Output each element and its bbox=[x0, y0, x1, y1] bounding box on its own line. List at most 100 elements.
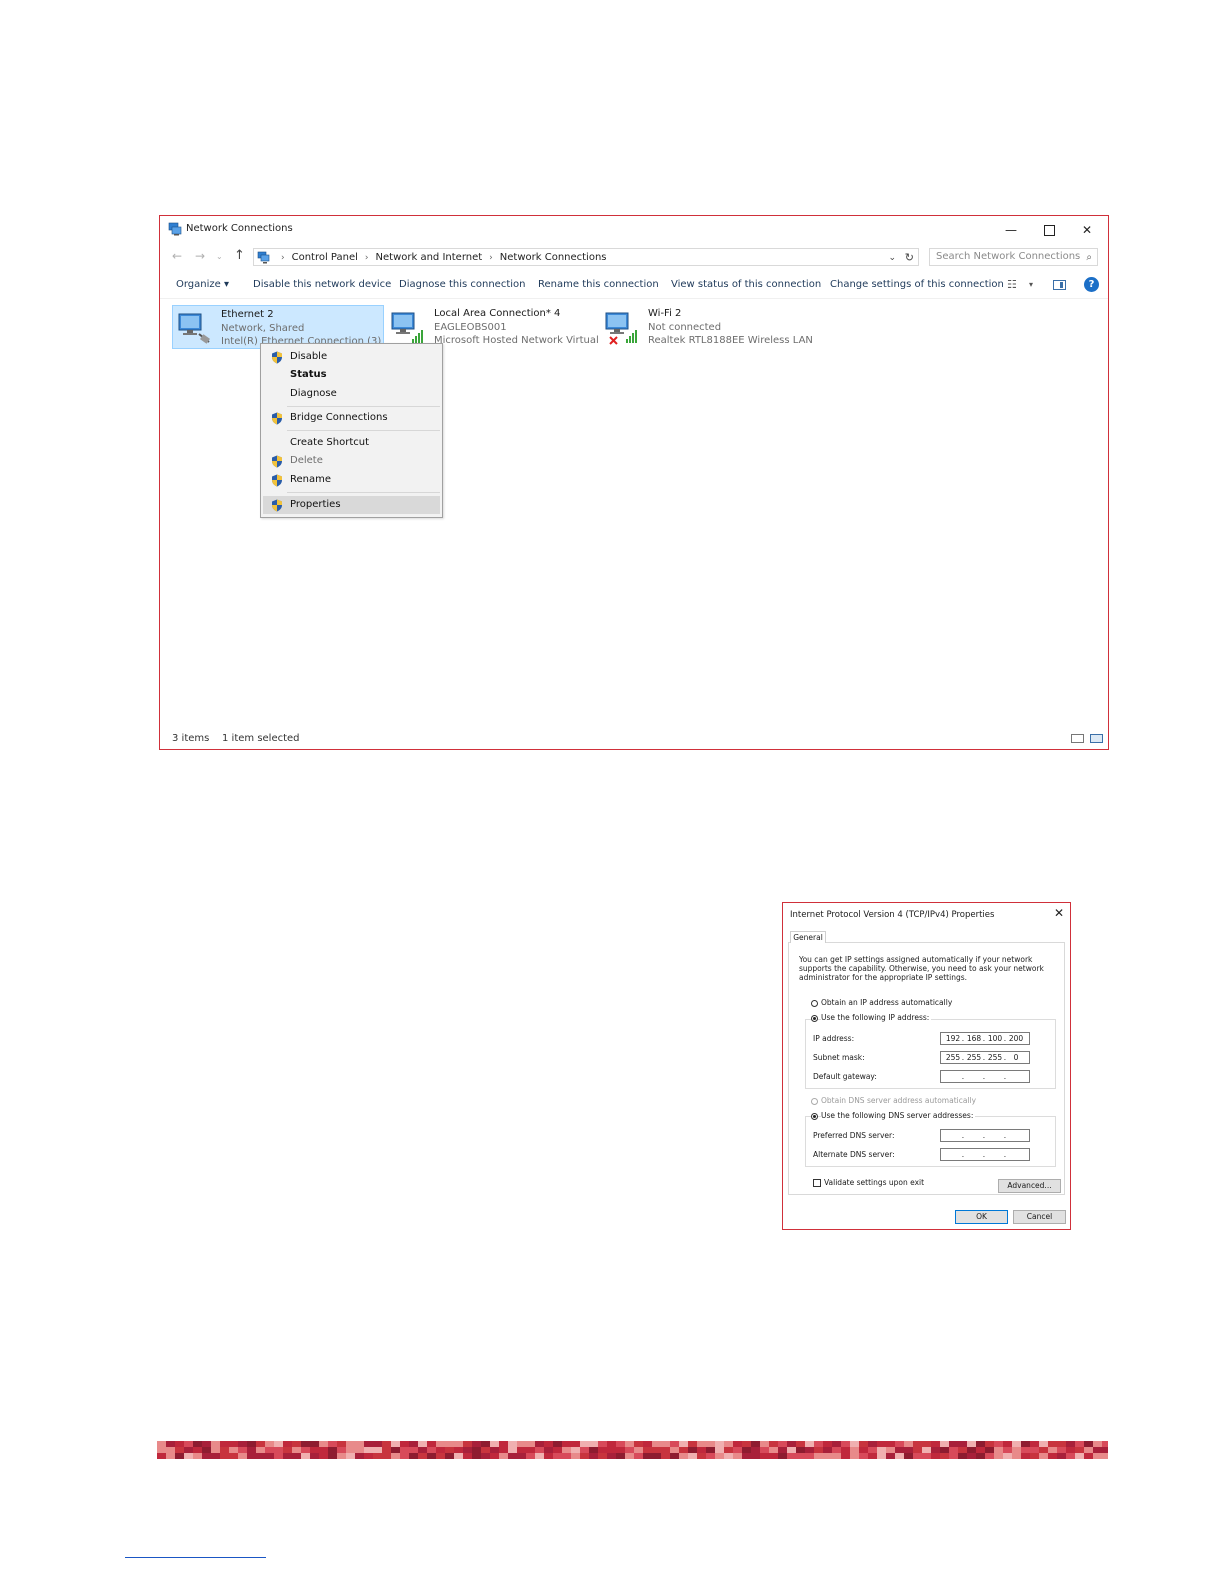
menu-item-create-shortcut[interactable]: Create Shortcut bbox=[263, 434, 440, 452]
address-history-dropdown[interactable]: ⌄ bbox=[888, 249, 896, 267]
menu-item-rename[interactable]: Rename bbox=[263, 471, 440, 489]
strip-tile bbox=[796, 1441, 805, 1447]
strip-tile bbox=[769, 1441, 778, 1447]
minimize-button[interactable]: — bbox=[996, 220, 1026, 240]
strip-tile bbox=[841, 1441, 850, 1447]
strip-tile bbox=[319, 1453, 328, 1459]
strip-tile bbox=[994, 1447, 1003, 1453]
menu-item-bridge-connections[interactable]: Bridge Connections bbox=[263, 409, 440, 427]
strip-tile bbox=[454, 1453, 463, 1459]
strip-tile bbox=[751, 1441, 760, 1447]
strip-tile bbox=[463, 1441, 472, 1447]
strip-tile bbox=[976, 1441, 985, 1447]
dns-dot: . bbox=[961, 1131, 965, 1140]
strip-tile bbox=[373, 1441, 382, 1447]
network-connections-app-icon bbox=[168, 222, 182, 236]
alternate-dns-label: Alternate DNS server: bbox=[813, 1150, 895, 1159]
preview-pane-icon[interactable] bbox=[1053, 280, 1066, 290]
auto-dns-radio[interactable] bbox=[811, 1098, 818, 1105]
refresh-button[interactable]: ↻ bbox=[905, 249, 914, 267]
strip-tile bbox=[1075, 1453, 1084, 1459]
details-view-icon[interactable] bbox=[1071, 734, 1084, 743]
strip-tile bbox=[436, 1447, 445, 1453]
uac-shield-icon bbox=[272, 499, 282, 512]
item-count: 3 items bbox=[172, 733, 210, 744]
strip-tile bbox=[436, 1453, 445, 1459]
menu-item-status[interactable]: Status bbox=[263, 366, 440, 384]
strip-tile bbox=[724, 1441, 733, 1447]
manual-ip-radio[interactable] bbox=[811, 1015, 818, 1022]
breadcrumb-separator[interactable]: › bbox=[365, 253, 369, 263]
strip-tile bbox=[616, 1447, 625, 1453]
subnet-mask-field[interactable]: 255 . 255 . 255 . 0 bbox=[940, 1051, 1030, 1064]
context-menu: Disable Status Diagnose Bridge Connectio… bbox=[260, 343, 443, 518]
view-options-dropdown[interactable]: ▾ bbox=[1029, 280, 1033, 289]
up-button[interactable]: ↑ bbox=[234, 248, 245, 263]
maximize-button[interactable] bbox=[1034, 220, 1064, 240]
strip-tile bbox=[967, 1447, 976, 1453]
dns-dot: . bbox=[982, 1150, 986, 1159]
disable-device-button[interactable]: Disable this network device bbox=[253, 279, 391, 290]
tab-general[interactable]: General bbox=[790, 931, 826, 943]
menu-item-disable[interactable]: Disable bbox=[263, 348, 440, 366]
strip-tile bbox=[238, 1441, 247, 1447]
control-panel-icon bbox=[257, 251, 270, 264]
strip-tile bbox=[1102, 1447, 1108, 1453]
breadcrumb-separator[interactable]: › bbox=[489, 253, 493, 263]
cancel-button[interactable]: Cancel bbox=[1013, 1210, 1066, 1224]
diagnose-connection-button[interactable]: Diagnose this connection bbox=[399, 279, 525, 290]
strip-tile bbox=[706, 1441, 715, 1447]
manual-dns-radio[interactable] bbox=[811, 1113, 818, 1120]
strip-tile bbox=[463, 1447, 472, 1453]
strip-tile bbox=[778, 1453, 787, 1459]
strip-tile bbox=[643, 1441, 652, 1447]
alternate-dns-field[interactable]: . . . bbox=[940, 1148, 1030, 1161]
strip-tile bbox=[1030, 1447, 1039, 1453]
view-options-icon[interactable]: ☷ bbox=[1007, 278, 1017, 291]
subnet-mask-label: Subnet mask: bbox=[813, 1053, 865, 1062]
breadcrumb: › Control Panel › Network and Internet › Netw… bbox=[274, 249, 607, 267]
change-settings-button[interactable]: Change settings of this connection bbox=[830, 279, 1004, 290]
rename-connection-button[interactable]: Rename this connection bbox=[538, 279, 659, 290]
strip-tile bbox=[733, 1453, 742, 1459]
auto-ip-radio[interactable] bbox=[811, 1000, 818, 1007]
breadcrumb-control-panel[interactable]: Control Panel bbox=[292, 252, 358, 263]
back-button[interactable]: ← bbox=[172, 249, 182, 263]
menu-item-diagnose[interactable]: Diagnose bbox=[263, 385, 440, 403]
ip-address-field[interactable]: 192 . 168 . 100 . 200 bbox=[940, 1032, 1030, 1045]
preferred-dns-field[interactable]: . . . bbox=[940, 1129, 1030, 1142]
menu-item-properties[interactable]: Properties bbox=[263, 496, 440, 514]
organize-menu[interactable]: Organize ▾ bbox=[176, 279, 229, 290]
recent-locations-button[interactable]: ⌄ bbox=[216, 252, 223, 261]
forward-button[interactable]: → bbox=[195, 249, 205, 263]
tiles-view-icon[interactable] bbox=[1090, 734, 1103, 743]
strip-tile bbox=[418, 1441, 427, 1447]
strip-tile bbox=[400, 1441, 409, 1447]
menu-label: Properties bbox=[290, 499, 341, 510]
strip-tile bbox=[985, 1441, 994, 1447]
strip-tile bbox=[562, 1447, 571, 1453]
connection-device: Microsoft Hosted Network Virtual... bbox=[434, 335, 598, 346]
address-bar[interactable]: › Control Panel › Network and Internet › Netw… bbox=[253, 248, 919, 266]
strip-tile bbox=[913, 1447, 922, 1453]
validate-checkbox[interactable] bbox=[813, 1179, 821, 1187]
dialog-close-button[interactable]: ✕ bbox=[1054, 906, 1064, 920]
strip-tile bbox=[553, 1441, 562, 1447]
help-icon[interactable]: ? bbox=[1084, 277, 1099, 292]
maximize-icon bbox=[1043, 225, 1055, 236]
strip-tile bbox=[661, 1453, 670, 1459]
close-button[interactable]: ✕ bbox=[1072, 220, 1102, 240]
strip-tile bbox=[850, 1441, 859, 1447]
strip-tile bbox=[391, 1453, 400, 1459]
default-gateway-field[interactable]: . . . bbox=[940, 1070, 1030, 1083]
decorative-footer-strip bbox=[157, 1441, 1108, 1459]
ok-button[interactable]: OK bbox=[955, 1210, 1008, 1224]
connection-item-wifi-2[interactable]: Wi-Fi 2 Not connected Realtek RTL8188EE … bbox=[600, 305, 812, 349]
advanced-button[interactable]: Advanced... bbox=[998, 1179, 1061, 1193]
view-status-button[interactable]: View status of this connection bbox=[671, 279, 821, 290]
strip-tile bbox=[1039, 1447, 1048, 1453]
menu-item-delete[interactable]: Delete bbox=[263, 452, 440, 470]
breadcrumb-network-connections[interactable]: Network Connections bbox=[500, 252, 607, 263]
search-input[interactable]: Search Network Connections ⌕ bbox=[929, 248, 1098, 266]
breadcrumb-network-and-internet[interactable]: Network and Internet bbox=[376, 252, 483, 263]
